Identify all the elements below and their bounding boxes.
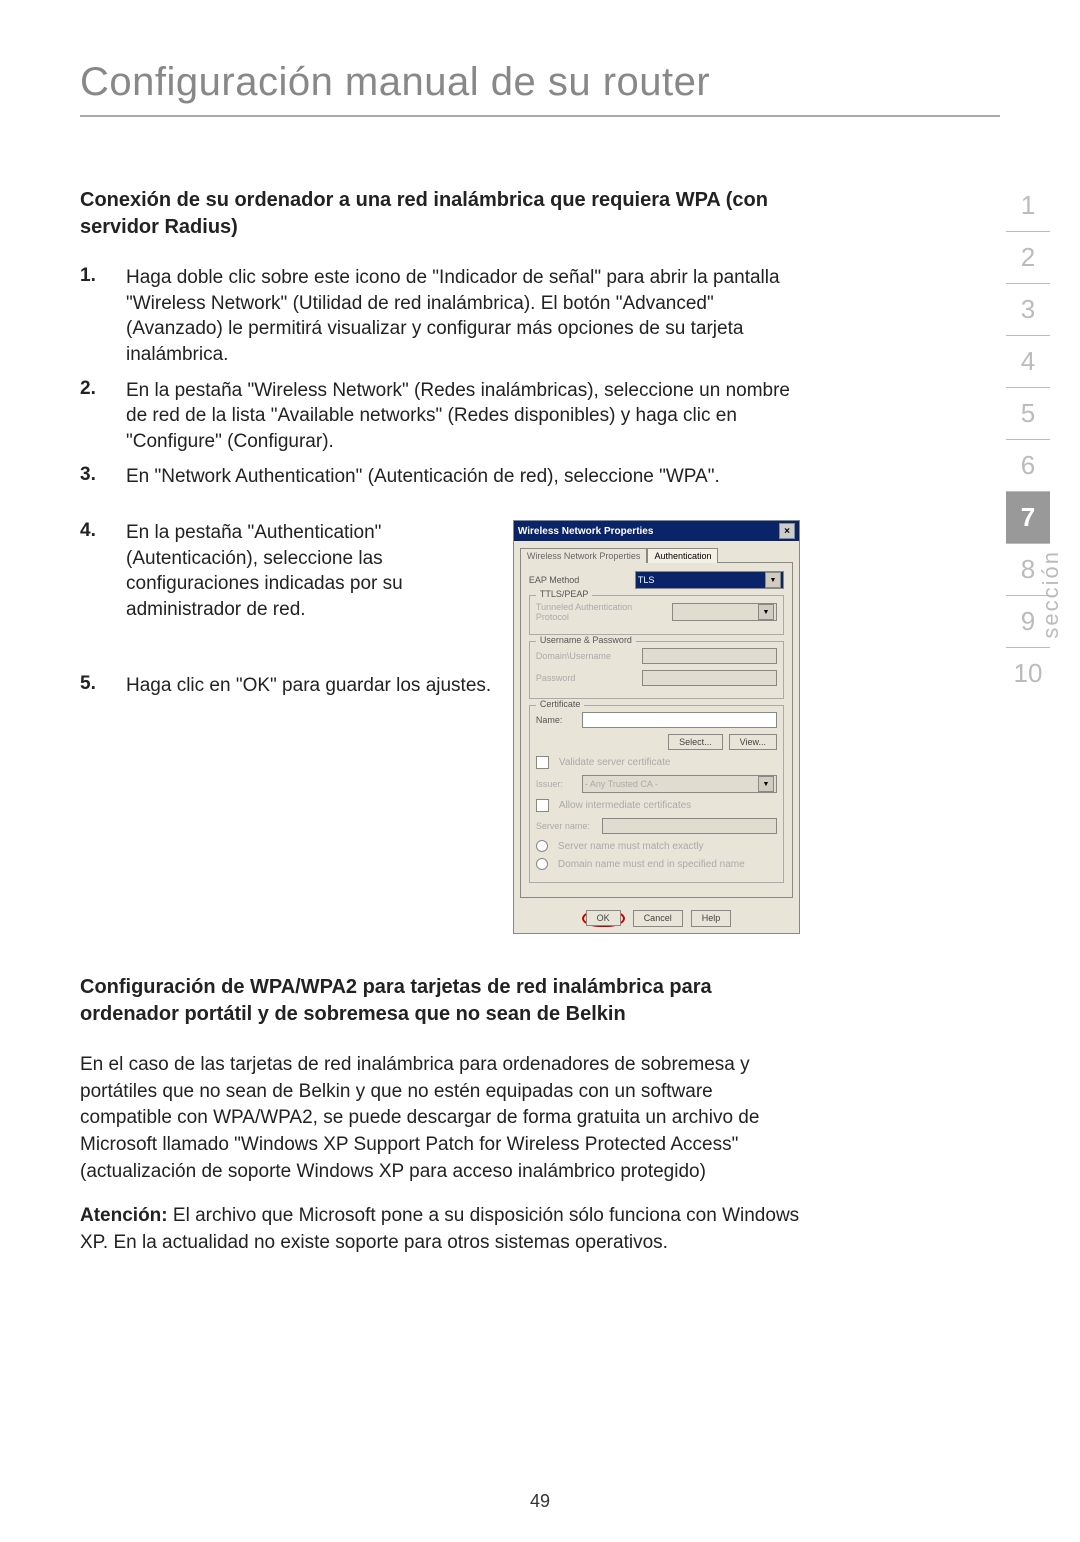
userpass-group-label: Username & Password xyxy=(536,635,636,645)
server-name-label: Server name: xyxy=(536,821,596,831)
server-match-radio[interactable] xyxy=(536,840,548,852)
ok-button[interactable]: OK xyxy=(586,910,621,926)
server-match-label: Server name must match exactly xyxy=(558,841,704,852)
issuer-label: Issuer: xyxy=(536,779,576,789)
chevron-down-icon: ▼ xyxy=(758,776,774,792)
step-number: 3. xyxy=(80,464,126,500)
domain-end-radio[interactable] xyxy=(536,858,548,870)
close-icon[interactable]: × xyxy=(779,523,795,539)
eap-method-dropdown[interactable]: TLS ▼ xyxy=(635,571,784,589)
allow-intermediate-label: Allow intermediate certificates xyxy=(559,800,691,811)
step-number: 4. xyxy=(80,520,126,633)
attention-text: El archivo que Microsoft pone a su dispo… xyxy=(80,1205,799,1253)
section-nav-5[interactable]: 5 xyxy=(1006,388,1050,440)
section-heading-2: Configuración de WPA/WPA2 para tarjetas … xyxy=(80,974,800,1028)
help-button[interactable]: Help xyxy=(691,910,732,927)
tunneled-auth-label: Tunneled Authentication Protocol xyxy=(536,602,666,622)
section-nav-1[interactable]: 1 xyxy=(1006,180,1050,232)
section-heading-1: Conexión de su ordenador a una red inalá… xyxy=(80,187,800,241)
issuer-value: - Any Trusted CA - xyxy=(585,779,658,789)
section-nav-10[interactable]: 10 xyxy=(1006,648,1050,699)
title-rule xyxy=(80,115,1000,117)
steps-list: 1. Haga doble clic sobre este icono de "… xyxy=(80,265,800,500)
password-label: Password xyxy=(536,673,636,683)
validate-cert-checkbox[interactable] xyxy=(536,756,549,769)
section-nav-7[interactable]: 7 xyxy=(1006,492,1050,544)
issuer-dropdown[interactable]: - Any Trusted CA - ▼ xyxy=(582,775,777,793)
section-nav-label: sección xyxy=(1038,550,1064,639)
step-text: En la pestaña "Wireless Network" (Redes … xyxy=(126,378,800,465)
cert-name-input[interactable] xyxy=(582,712,777,728)
cancel-button[interactable]: Cancel xyxy=(633,910,683,927)
section-nav-3[interactable]: 3 xyxy=(1006,284,1050,336)
attention-label: Atención: xyxy=(80,1205,168,1226)
allow-intermediate-checkbox[interactable] xyxy=(536,799,549,812)
password-input[interactable] xyxy=(642,670,777,686)
domain-username-input[interactable] xyxy=(642,648,777,664)
step-text: En la pestaña "Authentication" (Autentic… xyxy=(126,520,493,633)
section-nav-6[interactable]: 6 xyxy=(1006,440,1050,492)
select-button[interactable]: Select... xyxy=(668,734,723,750)
view-button[interactable]: View... xyxy=(729,734,777,750)
step-text: Haga clic en "OK" para guardar los ajust… xyxy=(126,673,491,709)
dialog-titlebar: Wireless Network Properties × xyxy=(514,521,799,541)
domain-end-label: Domain name must end in specified name xyxy=(558,859,745,870)
domain-username-label: Domain\Username xyxy=(536,651,636,661)
certificate-group: Certificate Name: Select... View... Vali… xyxy=(529,705,784,883)
page-title: Configuración manual de su router xyxy=(80,60,1000,105)
ttls-group-label: TTLS/PEAP xyxy=(536,589,593,599)
step-number: 2. xyxy=(80,378,126,465)
validate-cert-label: Validate server certificate xyxy=(559,757,671,768)
eap-method-label: EAP Method xyxy=(529,575,629,585)
page-number: 49 xyxy=(0,1491,1080,1512)
dialog-screenshot: Wireless Network Properties × Wireless N… xyxy=(513,520,800,934)
server-name-input[interactable] xyxy=(602,818,777,834)
cert-group-label: Certificate xyxy=(536,699,585,709)
ok-highlight-circle: OK xyxy=(582,910,625,927)
cert-name-label: Name: xyxy=(536,715,576,725)
chevron-down-icon: ▼ xyxy=(765,572,781,588)
username-password-group: Username & Password Domain\Username Pass… xyxy=(529,641,784,699)
paragraph-1: En el caso de las tarjetas de red inalám… xyxy=(80,1052,800,1185)
paragraph-2: Atención: El archivo que Microsoft pone … xyxy=(80,1203,800,1256)
eap-method-value: TLS xyxy=(638,575,655,585)
tunneled-auth-dropdown[interactable]: ▼ xyxy=(672,603,777,621)
ttls-peap-group: TTLS/PEAP Tunneled Authentication Protoc… xyxy=(529,595,784,635)
chevron-down-icon: ▼ xyxy=(758,604,774,620)
tab-wireless-properties[interactable]: Wireless Network Properties xyxy=(520,548,648,563)
step-text: Haga doble clic sobre este icono de "Ind… xyxy=(126,265,800,378)
step-number: 1. xyxy=(80,265,126,378)
section-nav: 1 2 3 4 5 6 7 8 9 10 sección xyxy=(1006,180,1050,699)
step-text: En "Network Authentication" (Autenticaci… xyxy=(126,464,800,500)
step-number: 5. xyxy=(80,673,126,709)
dialog-title: Wireless Network Properties xyxy=(518,526,654,537)
section-nav-4[interactable]: 4 xyxy=(1006,336,1050,388)
section-nav-2[interactable]: 2 xyxy=(1006,232,1050,284)
tab-authentication[interactable]: Authentication xyxy=(647,548,718,563)
